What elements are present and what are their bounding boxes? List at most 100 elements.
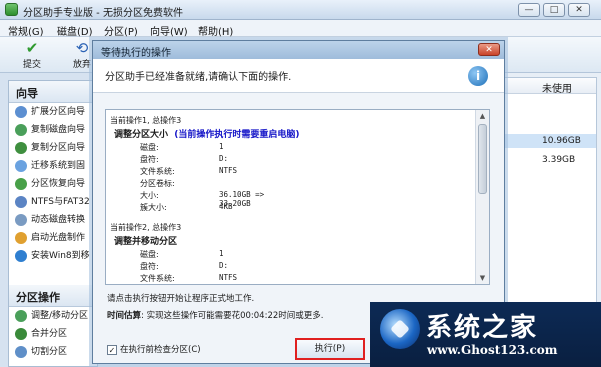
check-partition-checkbox[interactable]: ✓	[107, 345, 117, 355]
app-icon	[5, 3, 18, 16]
watermark: 系统之家 www.Ghost123.com	[370, 302, 601, 367]
sidebar: 向导 扩展分区向导 复制磁盘向导 复制分区向导 迁移系统到固 分区恢复向导 NT…	[8, 80, 98, 367]
dynamic-disk-icon	[15, 214, 27, 226]
sidebar-item-copy-partition[interactable]: 复制分区向导	[9, 139, 97, 157]
time-estimate-label: 时间估算	[107, 311, 142, 321]
convert-icon	[15, 196, 27, 208]
operation-item: 当前操作2, 总操作3 调整并移动分区 磁盘: 1 盘符: D: 文件系统: NTFS	[110, 222, 237, 284]
time-estimate-text: : 实现这些操作可能需要花00:04:22时间或更多.	[141, 311, 324, 321]
property-row: 文件系统: NTFS	[110, 166, 300, 178]
migrate-icon	[15, 160, 27, 172]
sidebar-item-ntfs-fat32[interactable]: NTFS与FAT32	[9, 193, 97, 211]
wizard-panel-header: 向导	[9, 81, 97, 103]
sidebar-item-boot-cd[interactable]: 启动光盘制作	[9, 229, 97, 247]
ops-panel-header: 分区操作	[9, 285, 97, 307]
dialog-title: 等待执行的操作	[93, 41, 504, 59]
sidebar-item-extend-wizard[interactable]: 扩展分区向导	[9, 103, 97, 121]
operation-name: 调整分区大小 (当前操作执行时需要重启电脑)	[114, 127, 300, 140]
operation-name: 调整并移动分区	[114, 237, 178, 247]
dialog-close-button[interactable]: ✕	[478, 43, 500, 56]
sidebar-item-copy-disk[interactable]: 复制磁盘向导	[9, 121, 97, 139]
dialog-message: 分区助手已经准备就绪,请确认下面的操作.	[105, 72, 292, 83]
sidebar-item-label: NTFS与FAT32	[31, 197, 90, 207]
property-value: D:	[219, 261, 229, 270]
property-row: 磁盘: 1	[110, 142, 300, 154]
table-row[interactable]: 3.39GB	[502, 153, 596, 167]
resize-icon	[15, 310, 27, 322]
watermark-url: www.Ghost123.com	[427, 343, 558, 357]
property-key: 磁盘:	[140, 250, 159, 259]
boot-cd-icon	[15, 232, 27, 244]
sidebar-item-label: 扩展分区向导	[31, 107, 86, 117]
sidebar-item-label: 安装Win8到移	[31, 251, 90, 261]
execute-button[interactable]: 执行(P)	[295, 338, 365, 360]
scroll-down-icon[interactable]: ▼	[476, 272, 489, 284]
sidebar-item-dynamic-disk[interactable]: 动态磁盘转换	[9, 211, 97, 229]
sidebar-item-resize-move[interactable]: 调整/移动分区	[9, 307, 97, 325]
property-value: 4KB	[219, 202, 233, 211]
sidebar-item-merge[interactable]: 合并分区	[9, 325, 97, 343]
property-key: 大小:	[140, 191, 159, 200]
restart-warning: (当前操作执行时需要重启电脑)	[174, 130, 300, 140]
scroll-up-icon[interactable]: ▲	[476, 110, 489, 122]
sidebar-item-label: 复制分区向导	[31, 143, 86, 153]
property-key: 分区卷标:	[140, 179, 175, 188]
property-key: 文件系统:	[140, 274, 175, 283]
table-row[interactable]: 10.96GB	[502, 134, 596, 148]
check-icon: ✔	[25, 39, 39, 57]
extend-icon	[15, 106, 27, 118]
window-title: 分区助手专业版 - 无损分区免费软件	[23, 8, 183, 19]
info-icon: i	[468, 66, 488, 86]
operations-scrollbar[interactable]: ▲ ▼	[475, 110, 489, 284]
menu-disk[interactable]: 磁盘(D)	[57, 23, 93, 38]
property-row: 文件系统: NTFS	[110, 273, 237, 284]
copy-disk-icon	[15, 124, 27, 136]
sidebar-item-migrate-os[interactable]: 迁移系统到固	[9, 157, 97, 175]
property-value: 1	[219, 249, 224, 258]
sidebar-item-label: 动态磁盘转换	[31, 215, 86, 225]
sidebar-item-label: 合并分区	[31, 329, 68, 339]
minimize-button[interactable]: —	[518, 3, 540, 17]
commit-label: 提交	[22, 60, 41, 70]
maximize-button[interactable]: □	[543, 3, 565, 17]
operation-title: 当前操作1, 总操作3	[110, 116, 182, 125]
brand-logo-icon	[380, 309, 420, 349]
check-partition-option[interactable]: ✓ 在执行前检查分区(C)	[107, 343, 201, 355]
scroll-thumb[interactable]	[478, 124, 487, 194]
sidebar-item-label: 复制磁盘向导	[31, 125, 86, 135]
property-key: 盘符:	[140, 262, 159, 271]
sidebar-item-partition-recovery[interactable]: 分区恢复向导	[9, 175, 97, 193]
title-bar: 分区助手专业版 - 无损分区免费软件 — □ ✕	[0, 0, 601, 20]
operations-list[interactable]: 当前操作1, 总操作3 调整分区大小 (当前操作执行时需要重启电脑) 磁盘: 1 …	[105, 109, 490, 285]
split-icon	[15, 346, 27, 358]
time-estimate: 时间估算: 实现这些操作可能需要花00:04:22时间或更多.	[107, 309, 323, 321]
menu-help[interactable]: 帮助(H)	[198, 23, 233, 38]
property-value: NTFS	[219, 273, 238, 282]
windows-icon	[15, 250, 27, 262]
operation-title: 当前操作2, 总操作3	[110, 223, 182, 232]
sidebar-item-split[interactable]: 切割分区	[9, 343, 97, 361]
sidebar-item-label: 调整/移动分区	[31, 311, 89, 321]
commit-button[interactable]: ✔ 提交	[14, 39, 50, 71]
dialog-header: 分区助手已经准备就绪,请确认下面的操作. i	[93, 59, 504, 93]
sidebar-item-label: 启动光盘制作	[31, 233, 86, 243]
operation-name-text: 调整分区大小	[114, 130, 169, 140]
property-value: NTFS	[219, 166, 238, 175]
recovery-icon	[15, 178, 27, 190]
close-button[interactable]: ✕	[568, 3, 590, 17]
sidebar-item-label: 分区恢复向导	[31, 179, 86, 189]
property-value: D:	[219, 154, 229, 163]
property-key: 文件系统:	[140, 167, 175, 176]
column-unused[interactable]: 未使用	[502, 78, 596, 95]
menu-partition[interactable]: 分区(P)	[104, 23, 138, 38]
menu-wizard[interactable]: 向导(W)	[150, 23, 188, 38]
property-key: 盘符:	[140, 155, 159, 164]
property-key: 磁盘:	[140, 143, 159, 152]
check-partition-label: 在执行前检查分区(C)	[120, 345, 201, 355]
sidebar-item-win8-to-go[interactable]: 安装Win8到移	[9, 247, 97, 265]
operation-item: 当前操作1, 总操作3 调整分区大小 (当前操作执行时需要重启电脑) 磁盘: 1 …	[110, 115, 300, 214]
menu-general[interactable]: 常规(G)	[8, 23, 44, 38]
copy-partition-icon	[15, 142, 27, 154]
property-value: 1	[219, 142, 224, 151]
watermark-brand: 系统之家	[426, 313, 539, 343]
